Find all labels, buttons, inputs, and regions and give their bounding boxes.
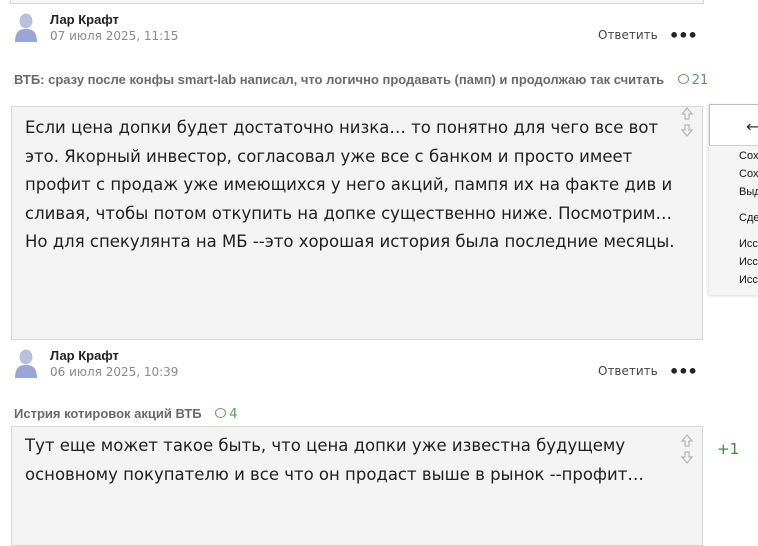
comment-date[interactable]: 07 июля 2025, 11:15 xyxy=(50,29,178,43)
vote-down-icon[interactable] xyxy=(680,449,694,465)
reply-button[interactable]: Ответить xyxy=(598,28,658,42)
menu-item[interactable]: Сох xyxy=(739,150,758,162)
back-arrow-icon[interactable]: ← xyxy=(746,117,758,136)
vote-up-icon[interactable] xyxy=(680,106,694,122)
comment-count[interactable]: 4 xyxy=(215,407,238,422)
menu-item[interactable]: Исс xyxy=(739,256,758,268)
post-title-text[interactable]: Истрия котировок акций ВТБ xyxy=(14,406,202,421)
comment-date[interactable]: 06 июля 2025, 10:39 xyxy=(50,365,178,379)
menu-item[interactable]: Сде xyxy=(739,212,758,224)
more-options-button[interactable]: ••• xyxy=(669,362,698,381)
menu-item[interactable]: Выд xyxy=(739,186,758,198)
post-title-link[interactable]: Истрия котировок акций ВТБ 4 xyxy=(14,406,238,422)
menu-item[interactable]: Исс xyxy=(739,274,758,286)
context-menu-list: Сох Сох Выд Сде Исс Исс Исс xyxy=(709,145,758,295)
comment-count-value: 21 xyxy=(691,73,709,88)
vote-up-icon[interactable] xyxy=(680,433,694,449)
previous-comment-box-edge xyxy=(10,0,704,4)
menu-item[interactable]: Сох xyxy=(739,168,758,180)
context-menu-panel: ← Сох Сох Выд Сде Исс Исс Исс xyxy=(709,104,758,295)
vote-controls xyxy=(680,106,694,138)
comment-bubble-icon xyxy=(677,74,689,84)
user-avatar-icon[interactable] xyxy=(13,11,39,43)
vote-controls xyxy=(680,433,694,465)
comment-score: +1 xyxy=(717,440,740,458)
comment-bubble-icon xyxy=(215,408,227,418)
comment-body-box: Если цена допки будет достаточно низка… … xyxy=(11,106,703,340)
reply-button[interactable]: Ответить xyxy=(598,364,658,378)
comment-body-box: Тут еще может такое быть, что цена допки… xyxy=(11,426,703,546)
more-options-button[interactable]: ••• xyxy=(669,26,698,45)
comment-author[interactable]: Лар Крафт xyxy=(50,12,119,27)
comment-text: Тут еще может такое быть, что цена допки… xyxy=(25,436,644,484)
vote-down-icon[interactable] xyxy=(680,122,694,138)
post-title-link[interactable]: ВТБ: сразу после конфы smart-lab написал… xyxy=(14,72,749,88)
comment-count[interactable]: 21 xyxy=(677,73,709,88)
comment-author[interactable]: Лар Крафт xyxy=(50,348,119,363)
user-avatar-icon[interactable] xyxy=(13,347,39,379)
comment-count-value: 4 xyxy=(229,407,238,422)
post-title-text[interactable]: ВТБ: сразу после конфы smart-lab написал… xyxy=(14,72,664,87)
menu-item[interactable]: Исс xyxy=(739,238,758,250)
comment-text: Если цена допки будет достаточно низка… … xyxy=(25,118,675,251)
